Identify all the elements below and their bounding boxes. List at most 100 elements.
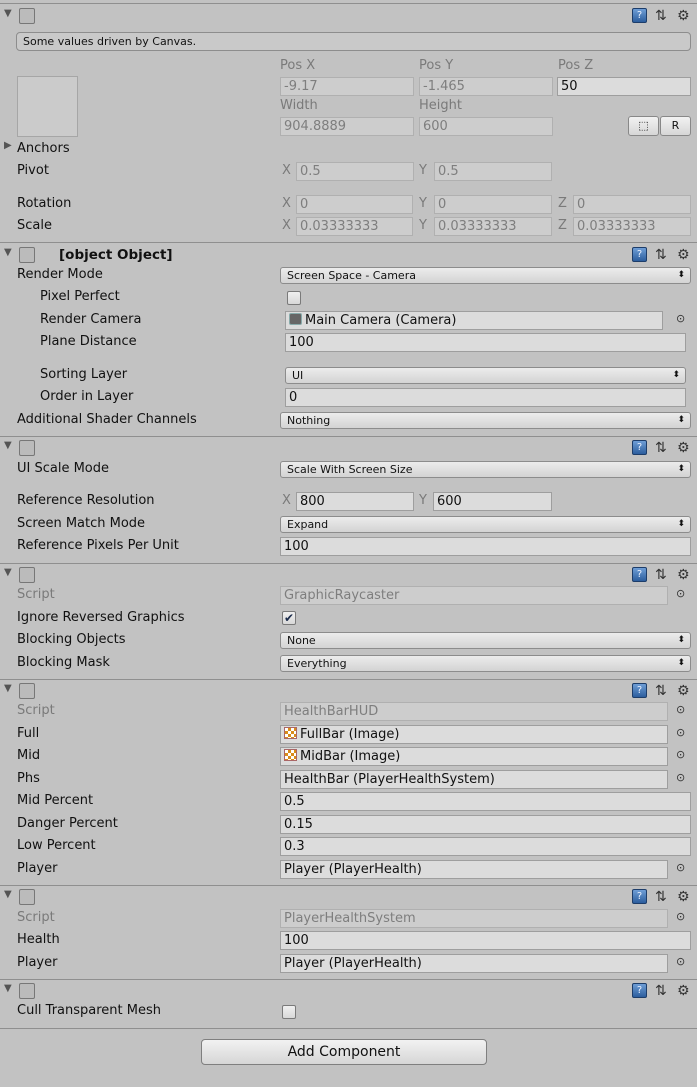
object-picker-icon[interactable]: ⊙	[676, 312, 688, 325]
shader-channels-dropdown[interactable]: Nothing	[280, 412, 691, 429]
help-icon[interactable]: ?	[632, 889, 647, 904]
player-field-value: Player (PlayerHealth)	[284, 862, 422, 877]
danger-percent-field[interactable]: 0.15	[280, 815, 691, 834]
player-label: Player	[17, 861, 58, 876]
collapse-arrow-icon[interactable]: ▼	[4, 889, 12, 900]
low-percent-field[interactable]: 0.3	[280, 837, 691, 856]
collapse-arrow-icon[interactable]: ▼	[4, 683, 12, 694]
object-picker-icon[interactable]: ⊙	[676, 910, 688, 923]
gear-icon[interactable]: ⚙	[677, 247, 690, 263]
blocking-mask-dropdown[interactable]: Everything	[280, 655, 691, 672]
pos-x-field: -9.17	[280, 77, 414, 96]
phs-label: Phs	[17, 771, 40, 786]
collapse-arrow-icon[interactable]: ▼	[4, 983, 12, 994]
presets-icon[interactable]: ⇅	[655, 8, 667, 24]
script-label: Script	[17, 587, 55, 602]
health-field[interactable]: 100	[280, 931, 691, 950]
screen-match-mode-dropdown[interactable]: Expand	[280, 516, 691, 533]
section-divider	[0, 885, 697, 886]
script-field-value: GraphicRaycaster	[284, 588, 400, 603]
scale-z-field: 0.03333333	[573, 217, 691, 236]
reset-button[interactable]: R	[660, 116, 691, 136]
help-icon[interactable]: ?	[632, 683, 647, 698]
presets-icon[interactable]: ⇅	[655, 683, 667, 699]
mid-field-value: MidBar (Image)	[300, 749, 401, 764]
expand-arrow-icon[interactable]: ▶	[4, 140, 12, 151]
scale-y-field: 0.03333333	[434, 217, 552, 236]
player-field-value: Player (PlayerHealth)	[284, 956, 422, 971]
render-camera-field[interactable]: Main Camera (Camera)	[285, 311, 663, 330]
section-divider	[0, 679, 697, 680]
object-picker-icon[interactable]: ⊙	[676, 771, 688, 784]
pos-y-field: -1.465	[419, 77, 553, 96]
object-picker-icon[interactable]: ⊙	[676, 748, 688, 761]
object-picker-icon[interactable]: ⊙	[676, 703, 688, 716]
gear-icon[interactable]: ⚙	[677, 683, 690, 699]
script-field: PlayerHealthSystem	[280, 909, 668, 928]
help-icon[interactable]: ?	[632, 567, 647, 582]
danger-percent-field-value: 0.15	[284, 817, 313, 832]
order-in-layer-field-value: 0	[289, 390, 298, 405]
rotation-z-field-value: 0	[577, 197, 586, 212]
ref-resolution-x-field[interactable]: 800	[296, 492, 414, 511]
player-field[interactable]: Player (PlayerHealth)	[280, 954, 668, 973]
low-percent-label: Low Percent	[17, 838, 96, 853]
ui-scale-mode-dropdown[interactable]: Scale With Screen Size	[280, 461, 691, 478]
gear-icon[interactable]: ⚙	[677, 8, 690, 24]
rotation-x-field-value: 0	[300, 197, 309, 212]
help-icon[interactable]: ?	[632, 983, 647, 998]
pos-z-label: Pos Z	[558, 58, 594, 73]
collapse-arrow-icon[interactable]: ▼	[4, 8, 12, 19]
raw-edit-button[interactable]: ⬚	[628, 116, 659, 136]
presets-icon[interactable]: ⇅	[655, 983, 667, 999]
mid-field[interactable]: MidBar (Image)	[280, 747, 668, 766]
presets-icon[interactable]: ⇅	[655, 247, 667, 263]
collapse-arrow-icon[interactable]: ▼	[4, 440, 12, 451]
full-field-value: FullBar (Image)	[300, 727, 400, 742]
ref-pixels-per-unit-field[interactable]: 100	[280, 537, 691, 556]
object-picker-icon[interactable]: ⊙	[676, 726, 688, 739]
phs-field[interactable]: HealthBar (PlayerHealthSystem)	[280, 770, 668, 789]
render-camera-field-value: Main Camera (Camera)	[305, 313, 457, 328]
low-percent-field-value: 0.3	[284, 839, 305, 854]
cull-transparent-mesh-checkbox[interactable]	[282, 1005, 296, 1019]
help-icon[interactable]: ?	[632, 247, 647, 262]
object-picker-icon[interactable]: ⊙	[676, 955, 688, 968]
gear-icon[interactable]: ⚙	[677, 983, 690, 999]
gear-icon[interactable]: ⚙	[677, 440, 690, 456]
object-picker-icon[interactable]: ⊙	[676, 861, 688, 874]
presets-icon[interactable]: ⇅	[655, 889, 667, 905]
collapse-arrow-icon[interactable]: ▼	[4, 567, 12, 578]
mid-percent-field[interactable]: 0.5	[280, 792, 691, 811]
gear-icon[interactable]: ⚙	[677, 567, 690, 583]
gear-icon[interactable]: ⚙	[677, 889, 690, 905]
scale-label: Scale	[17, 218, 52, 233]
anchor-preset-button[interactable]	[17, 76, 78, 137]
plane-distance-field-value: 100	[289, 335, 314, 350]
player-field[interactable]: Player (PlayerHealth)	[280, 860, 668, 879]
ref-resolution-y-field[interactable]: 600	[433, 492, 552, 511]
help-icon[interactable]: ?	[632, 8, 647, 23]
collapse-arrow-icon[interactable]: ▼	[4, 247, 12, 258]
render-mode-dropdown[interactable]: Screen Space - Camera	[280, 267, 691, 284]
add-component-button[interactable]: Add Component	[201, 1039, 487, 1065]
pivot-x-field-value: 0.5	[300, 164, 321, 179]
object-picker-icon[interactable]: ⊙	[676, 587, 688, 600]
player-label: Player	[17, 955, 58, 970]
full-field[interactable]: FullBar (Image)	[280, 725, 668, 744]
section-divider	[0, 436, 697, 437]
sorting-layer-dropdown[interactable]: UI	[285, 367, 686, 384]
presets-icon[interactable]: ⇅	[655, 440, 667, 456]
rotation-label: Rotation	[17, 196, 72, 211]
section-divider	[0, 1028, 697, 1029]
presets-icon[interactable]: ⇅	[655, 567, 667, 583]
order-in-layer-field[interactable]: 0	[285, 388, 686, 407]
pixel-perfect-checkbox[interactable]	[287, 291, 301, 305]
help-icon[interactable]: ?	[632, 440, 647, 455]
ignore-reversed-checkbox[interactable]: ✔	[282, 611, 296, 625]
blocking-objects-dropdown[interactable]: None	[280, 632, 691, 649]
pos-z-field[interactable]: 50	[557, 77, 691, 96]
pos-z-field-value: 50	[561, 79, 578, 94]
order-in-layer-label: Order in Layer	[40, 389, 134, 404]
plane-distance-field[interactable]: 100	[285, 333, 686, 352]
